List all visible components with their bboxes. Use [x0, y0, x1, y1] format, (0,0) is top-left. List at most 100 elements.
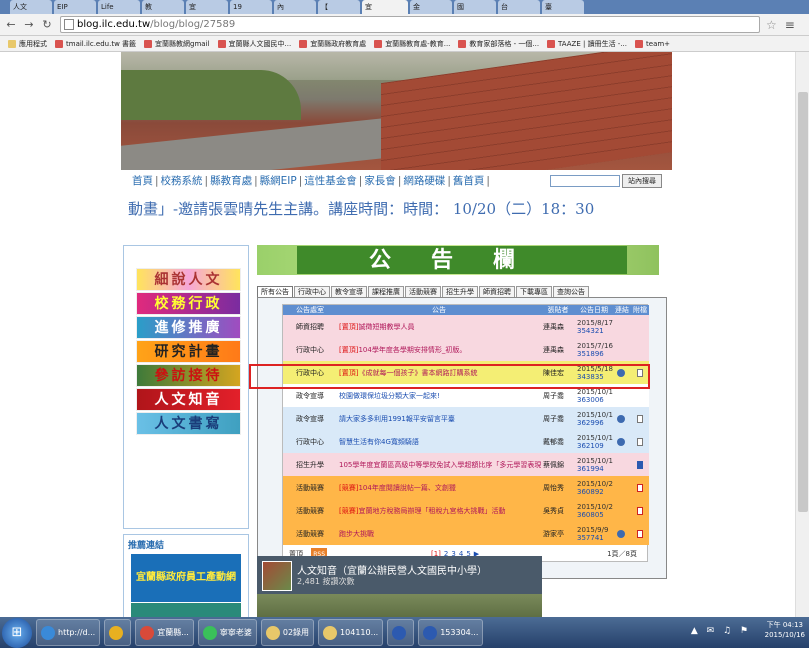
- announcement-tab[interactable]: 下載專區: [516, 286, 552, 297]
- taskbar-item[interactable]: 02錄用: [260, 619, 315, 646]
- browser-tab[interactable]: 國: [454, 0, 496, 14]
- back-icon[interactable]: ←: [4, 18, 18, 32]
- row-id[interactable]: 343835: [577, 373, 611, 381]
- globe-icon[interactable]: [617, 414, 625, 423]
- announcement-link[interactable]: 104年度閱讀說帖一篇、文創獵: [358, 484, 455, 492]
- reload-icon[interactable]: ↻: [40, 18, 54, 32]
- announcement-link[interactable]: 104學年度各學期安排情形_初版。: [358, 346, 466, 354]
- browser-tab[interactable]: 金: [410, 0, 452, 14]
- scrollbar-thumb[interactable]: [798, 92, 808, 512]
- table-row[interactable]: 活動競賽 [競賽]104年度閱讀說帖一篇、文創獵 周怡秀 2015/10/2 36089…: [283, 476, 649, 499]
- site-nav-link[interactable]: 縣教育處: [210, 175, 252, 187]
- site-nav-link[interactable]: 這性基金會: [304, 175, 357, 187]
- facebook-page-plugin[interactable]: 人文知音（宜蘭公辦民營人文國民中小學） 2,481 按讚次數: [257, 556, 542, 617]
- table-row[interactable]: 政令宣導請大家多多利用1991報平安留言平臺 周子喬2015/10/1636299…: [283, 407, 649, 430]
- forward-icon[interactable]: →: [22, 18, 36, 32]
- bookmark-item[interactable]: 應用程式: [8, 39, 47, 49]
- browser-tab[interactable]: 台: [498, 0, 540, 14]
- sidebar-item-research[interactable]: 研究計畫: [136, 340, 241, 363]
- announcement-tab[interactable]: 活動競賽: [405, 286, 441, 297]
- announcement-tab[interactable]: 教令宣導: [331, 286, 367, 297]
- page-scrollbar[interactable]: [795, 52, 809, 617]
- site-nav-link[interactable]: 校務系統: [161, 175, 203, 187]
- announcement-link[interactable]: 105學年度宜蘭區高級中等學校免試入學超額比序「多元學習表現--服務表現、體適能…: [339, 461, 541, 469]
- announcement-link[interactable]: 《成就每一個孩子》書本網路訂購系統: [358, 369, 477, 377]
- sidebar-item-friends[interactable]: 人文知音: [136, 388, 241, 411]
- announcement-link[interactable]: 宜蘭地方稅務局辦理「租稅九宮格大挑戰」活動: [358, 507, 505, 515]
- bookmark-item[interactable]: TAAZE | 讀冊生活 -...: [547, 39, 627, 49]
- announcement-tab[interactable]: 行政中心: [294, 286, 330, 297]
- announcement-link[interactable]: 誠徵短期教學人員: [358, 323, 414, 331]
- announcement-tab[interactable]: 所有公告: [257, 286, 293, 297]
- address-bar[interactable]: blog.ilc.edu.tw/blog/blog/27589: [60, 16, 760, 33]
- browser-tab[interactable]: 宜: [362, 0, 408, 14]
- word-icon[interactable]: [637, 460, 643, 469]
- row-id[interactable]: 363006: [577, 396, 611, 404]
- bookmark-item[interactable]: 宜蘭縣教育處-教育...: [374, 39, 450, 49]
- table-row[interactable]: 師資招聘 [置頂]誠徵短期教學人員 連禹森 2015/8/17 354321: [283, 315, 649, 338]
- site-search-button[interactable]: 站內搜尋: [622, 174, 662, 188]
- announcement-tab[interactable]: 師資招聘: [479, 286, 515, 297]
- start-icon[interactable]: ⊞: [2, 617, 32, 648]
- taskbar-item[interactable]: 104110...: [318, 619, 384, 646]
- menu-icon[interactable]: ≡: [785, 18, 795, 32]
- site-search-input[interactable]: [550, 175, 620, 187]
- row-id[interactable]: 362109: [577, 442, 611, 450]
- clock[interactable]: 下午 04:13 2015/10/16: [765, 620, 805, 640]
- bookmark-item[interactable]: team+: [635, 39, 670, 48]
- table-row[interactable]: 政令宣導校園做環保垃圾分類大家一起來! 周子喬2015/10/16363006: [283, 384, 649, 407]
- sidebar-item-admin[interactable]: 校務行政: [136, 292, 241, 315]
- announcement-link[interactable]: 智慧生活有你4G寬頻騎語: [339, 438, 419, 446]
- announcement-tab[interactable]: 課程推廣: [368, 286, 404, 297]
- sidebar-item-training[interactable]: 進修推廣: [136, 316, 241, 339]
- document-icon[interactable]: [637, 414, 643, 423]
- taskbar-item[interactable]: [387, 619, 415, 646]
- row-id[interactable]: 360892: [577, 488, 611, 496]
- bookmark-item[interactable]: 宜蘭縣政府教育處: [299, 39, 366, 49]
- bookmark-star-icon[interactable]: ☆: [766, 18, 777, 32]
- system-tray-icons[interactable]: ▲ ✉ ♫ ⚑: [691, 626, 751, 636]
- taskbar-item[interactable]: http://d...: [36, 619, 101, 646]
- table-row[interactable]: 行政中心 [置頂]104學年度各學期安排情形_初版。 連禹森 2015/7/16 351…: [283, 338, 649, 361]
- announcement-link[interactable]: 請大家多多利用1991報平安留言平臺: [339, 415, 455, 423]
- browser-tab[interactable]: 人文: [10, 0, 52, 14]
- fb-page-name[interactable]: 人文知音（宜蘭公辦民營人文國民中小學）: [297, 562, 487, 577]
- row-id[interactable]: 354321: [577, 327, 611, 335]
- sidebar-item-writing[interactable]: 人文書寫: [136, 412, 241, 435]
- row-id[interactable]: 357741: [577, 534, 611, 542]
- browser-tab[interactable]: 【: [318, 0, 360, 14]
- row-id[interactable]: 351896: [577, 350, 611, 358]
- pdf-icon[interactable]: [637, 529, 643, 538]
- pdf-icon[interactable]: [637, 483, 643, 492]
- browser-tab[interactable]: 內: [274, 0, 316, 14]
- announcement-tab[interactable]: 招生升學: [442, 286, 478, 297]
- globe-icon[interactable]: [617, 529, 625, 538]
- table-row[interactable]: 招生升學105學年度宜蘭區高級中等學校免試入學超額比序「多元學習表現--服務表現…: [283, 453, 649, 476]
- browser-tab[interactable]: 宜: [186, 0, 228, 14]
- browser-tab[interactable]: 臺: [542, 0, 584, 14]
- table-row[interactable]: 活動競賽 [競賽]宜蘭地方稅務局辦理「租稅九宮格大挑戰」活動 吳秀貞 2015/10/…: [283, 499, 649, 522]
- row-id[interactable]: 360805: [577, 511, 611, 519]
- site-nav-link[interactable]: 舊首頁: [453, 175, 485, 187]
- row-id[interactable]: 361994: [577, 465, 611, 473]
- site-nav-link[interactable]: 網路硬碟: [403, 175, 445, 187]
- announcement-link[interactable]: 跑步大挑戰: [339, 530, 374, 538]
- browser-tab[interactable]: EIP: [54, 0, 96, 14]
- pdf-icon[interactable]: [637, 506, 643, 515]
- sidebar-item-visits[interactable]: 參訪接待: [136, 364, 241, 387]
- table-row[interactable]: 活動競賽 跑步大挑戰 游家亭 2015/9/9 357741: [283, 522, 649, 545]
- browser-tab[interactable]: Life: [98, 0, 140, 14]
- site-nav-link[interactable]: 家長會: [364, 175, 396, 187]
- globe-icon[interactable]: [617, 437, 625, 446]
- site-nav-link[interactable]: 縣網EIP: [260, 175, 297, 187]
- browser-tab[interactable]: 19: [230, 0, 272, 14]
- announcement-link[interactable]: 校園做環保垃圾分類大家一起來!: [339, 392, 440, 400]
- announcement-tab[interactable]: 查詢公告: [553, 286, 589, 297]
- bookmark-item[interactable]: 教育家部落格 - 一個...: [458, 39, 539, 49]
- site-nav-link[interactable]: 首頁: [132, 175, 153, 187]
- globe-icon[interactable]: [617, 368, 625, 377]
- document-icon[interactable]: [637, 437, 643, 446]
- table-row[interactable]: 行政中心 [置頂]《成就每一個孩子》書本網路訂購系統 陳佳宏 2015/5/18 343…: [283, 361, 649, 384]
- bookmark-item[interactable]: tmail.ilc.edu.tw 書籤: [55, 39, 136, 49]
- sidebar-item-intro[interactable]: 細說人文: [136, 268, 241, 291]
